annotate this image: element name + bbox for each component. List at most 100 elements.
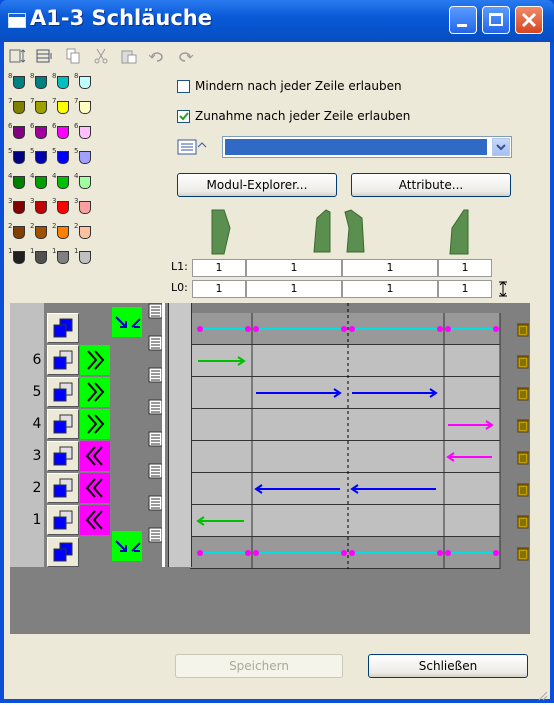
speichern-button[interactable]: Speichern (175, 654, 343, 678)
color-swatch[interactable] (13, 101, 25, 114)
color-swatch[interactable] (35, 201, 47, 214)
l1-cell[interactable]: 1 (438, 259, 492, 277)
l1-label: L1: (171, 260, 188, 273)
selected-color (225, 139, 487, 155)
color-swatch[interactable] (57, 151, 69, 164)
l1-cell[interactable]: 1 (192, 259, 246, 277)
color-swatch[interactable] (57, 176, 69, 189)
resize-grip-icon[interactable] (536, 686, 548, 701)
swatch-number: 8 (52, 72, 57, 80)
color-swatch[interactable] (79, 101, 91, 114)
color-swatch[interactable] (57, 251, 69, 264)
color-swatch[interactable] (79, 226, 91, 239)
color-swatch[interactable] (57, 126, 69, 139)
swatch-number: 4 (8, 172, 13, 180)
chevron-down-icon[interactable] (492, 138, 510, 156)
swatch-number: 5 (74, 147, 79, 155)
title-bar: A1-3 Schläuche (0, 0, 554, 42)
swatch-number: 6 (30, 122, 35, 130)
swatch-number: 3 (30, 197, 35, 205)
magenta-dot (349, 326, 355, 332)
magenta-dot (349, 550, 355, 556)
magenta-dot (341, 550, 347, 556)
l1-cell[interactable]: 1 (246, 259, 342, 277)
color-swatch[interactable] (35, 151, 47, 164)
window-icon (8, 13, 26, 28)
swatch-number: 1 (74, 247, 79, 255)
maximize-button[interactable] (482, 6, 510, 34)
color-dropdown[interactable] (222, 136, 512, 158)
row-height-icon[interactable] (8, 48, 26, 64)
undo-icon[interactable] (148, 48, 166, 64)
magenta-dot (445, 326, 451, 332)
color-swatch[interactable] (79, 201, 91, 214)
color-swatch[interactable] (13, 76, 25, 89)
modul-explorer-button[interactable]: Modul-Explorer... (177, 173, 337, 197)
color-swatch[interactable] (13, 251, 25, 264)
shape-mid-left (313, 209, 331, 253)
close-button[interactable] (515, 6, 543, 34)
color-swatch[interactable] (79, 126, 91, 139)
l0-label: L0: (171, 281, 188, 294)
magenta-dot (341, 326, 347, 332)
color-swatch[interactable] (35, 101, 47, 114)
swatch-number: 2 (74, 222, 79, 230)
cut-icon[interactable] (92, 48, 110, 64)
magenta-dot (493, 550, 499, 556)
swatch-number: 6 (74, 122, 79, 130)
color-swatch[interactable] (13, 201, 25, 214)
magenta-dot (245, 550, 251, 556)
color-swatch[interactable] (35, 176, 47, 189)
l0-cell[interactable]: 1 (342, 280, 438, 298)
swatch-number: 7 (30, 97, 35, 105)
l0-cell[interactable]: 1 (192, 280, 246, 298)
l0-cell[interactable]: 1 (438, 280, 492, 298)
swatch-number: 7 (8, 97, 13, 105)
shape-mid-right (344, 209, 365, 253)
color-swatch[interactable] (13, 176, 25, 189)
color-swatch[interactable] (79, 176, 91, 189)
swatch-number: 7 (74, 97, 79, 105)
swatch-number: 4 (52, 172, 57, 180)
magenta-dot (253, 550, 259, 556)
color-swatch[interactable] (57, 226, 69, 239)
mindern-checkbox[interactable] (177, 80, 190, 93)
swatch-number: 5 (30, 147, 35, 155)
swatch-number: 8 (74, 72, 79, 80)
swatch-number: 4 (74, 172, 79, 180)
redo-icon[interactable] (176, 48, 194, 64)
color-swatch[interactable] (57, 76, 69, 89)
copy-icon[interactable] (64, 48, 82, 64)
color-swatch[interactable] (13, 126, 25, 139)
insert-row-icon[interactable] (36, 48, 54, 64)
zunahme-checkbox[interactable] (177, 110, 190, 123)
swatch-number: 6 (52, 122, 57, 130)
color-swatch[interactable] (13, 226, 25, 239)
color-swatch[interactable] (57, 101, 69, 114)
attribute-button[interactable]: Attribute... (351, 173, 511, 197)
swatch-number: 8 (8, 72, 13, 80)
minimize-button[interactable] (449, 6, 477, 34)
magenta-dot (437, 550, 443, 556)
color-swatch[interactable] (13, 151, 25, 164)
color-swatch[interactable] (35, 251, 47, 264)
l1-cell[interactable]: 1 (342, 259, 438, 277)
schliessen-button[interactable]: Schließen (368, 654, 528, 678)
swatch-number: 4 (30, 172, 35, 180)
color-swatch[interactable] (79, 251, 91, 264)
swatch-number: 3 (74, 197, 79, 205)
color-swatch[interactable] (79, 151, 91, 164)
color-swatch[interactable] (35, 76, 47, 89)
l0-cell[interactable]: 1 (246, 280, 342, 298)
swatch-number: 7 (52, 97, 57, 105)
color-swatch[interactable] (35, 226, 47, 239)
client-area: 88887777666655554444333322221111 Mindern… (4, 42, 550, 701)
grid-arrows (196, 303, 501, 569)
swatch-number: 5 (52, 147, 57, 155)
color-swatch[interactable] (79, 76, 91, 89)
color-swatch[interactable] (57, 201, 69, 214)
paste-icon[interactable] (120, 48, 138, 64)
line-style-icon[interactable] (177, 138, 207, 156)
resize-row-icon[interactable] (496, 280, 510, 298)
color-swatch[interactable] (35, 126, 47, 139)
